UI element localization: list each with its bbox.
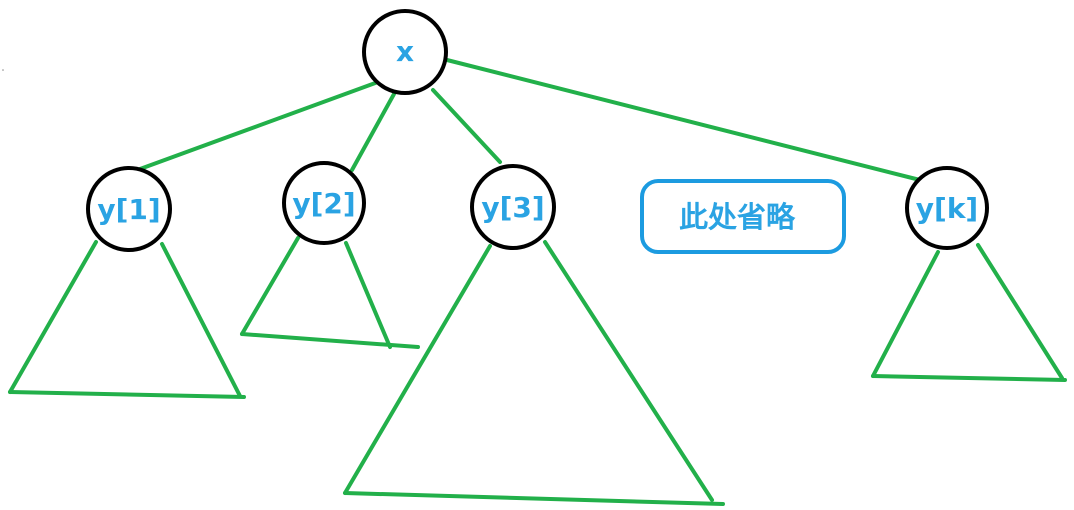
subtree-yk [871, 243, 1067, 382]
node-y1: y[1] [86, 166, 172, 252]
tree-diagram: x y[1] y[2] y[3] y[k] 此处省略 [2, 9, 1067, 506]
node-x-label: x [396, 35, 414, 68]
edge-x-y1 [138, 80, 380, 171]
omitted-note: 此处省略 [640, 179, 846, 254]
node-y2: y[2] [282, 161, 366, 245]
node-y1-label: y[1] [97, 193, 160, 226]
node-y3: y[3] [470, 164, 556, 250]
stray-dot [2, 69, 4, 71]
edge-x-y3 [431, 88, 502, 164]
subtree-y3 [343, 240, 725, 506]
edge-x-y2 [350, 92, 396, 172]
omitted-note-label: 此处省略 [679, 200, 796, 234]
edge-x-yk [445, 58, 922, 182]
node-y2-label: y[2] [292, 187, 355, 220]
node-yk-label: y[k] [916, 192, 978, 225]
subtree-y2 [240, 236, 420, 349]
subtree-y1 [8, 240, 246, 399]
node-yk: y[k] [905, 166, 989, 250]
node-x: x [362, 9, 448, 95]
node-y3-label: y[3] [481, 191, 544, 224]
